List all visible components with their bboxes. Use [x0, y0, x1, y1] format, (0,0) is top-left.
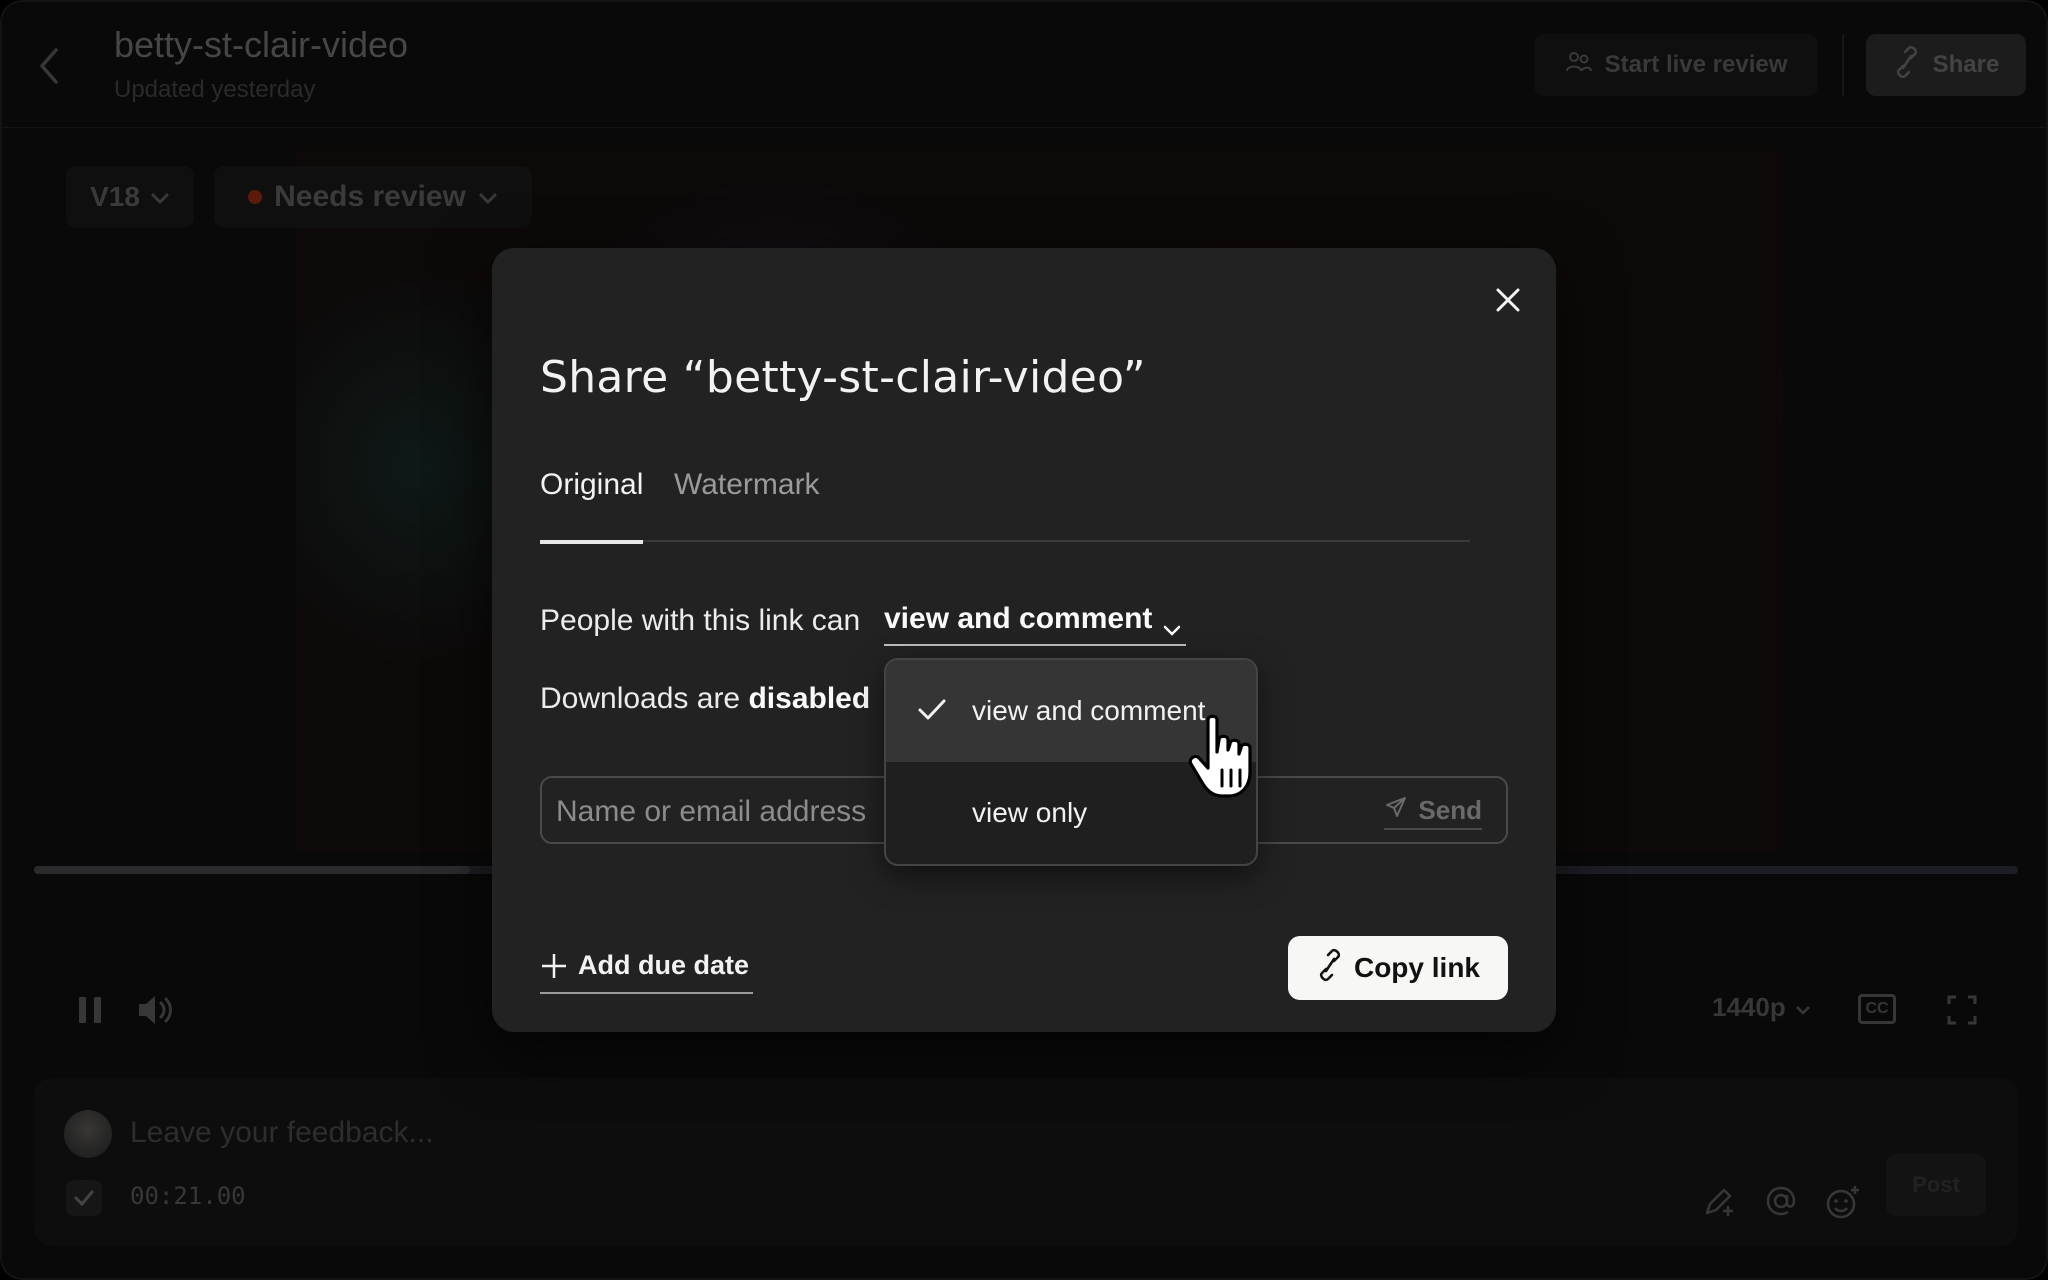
downloads-status: Downloads are disabled — [540, 682, 870, 716]
tab-watermark[interactable]: Watermark — [674, 460, 820, 542]
downloads-label: Downloads are — [540, 682, 741, 715]
check-icon — [916, 696, 948, 724]
hand-pointer-icon — [1186, 714, 1266, 802]
copy-link-label: Copy link — [1353, 952, 1480, 983]
send-button[interactable]: Send — [1384, 792, 1482, 830]
paper-plane-icon — [1384, 795, 1408, 826]
chevron-down-icon — [1162, 602, 1182, 646]
share-modal: Share “betty-st-clair-video” Original Wa… — [492, 248, 1556, 1032]
tab-original[interactable]: Original — [540, 460, 644, 544]
option-label: view and comment — [972, 695, 1206, 726]
permission-value: view and comment — [884, 602, 1153, 635]
plus-icon — [540, 950, 568, 987]
downloads-value[interactable]: disabled — [748, 682, 870, 715]
option-label: view only — [972, 797, 1088, 828]
tab-bar: Original Watermark — [540, 460, 1470, 544]
link-icon — [1316, 948, 1344, 989]
modal-title: Share “betty-st-clair-video” — [540, 352, 1146, 403]
permission-select[interactable]: view and comment — [884, 602, 1187, 646]
add-due-date-label: Add due date — [578, 950, 750, 980]
permission-label: People with this link can — [540, 604, 861, 637]
send-label: Send — [1418, 794, 1482, 825]
add-due-date-button[interactable]: Add due date — [540, 950, 754, 994]
copy-link-button[interactable]: Copy link — [1288, 936, 1508, 1000]
close-icon[interactable] — [1488, 280, 1528, 320]
